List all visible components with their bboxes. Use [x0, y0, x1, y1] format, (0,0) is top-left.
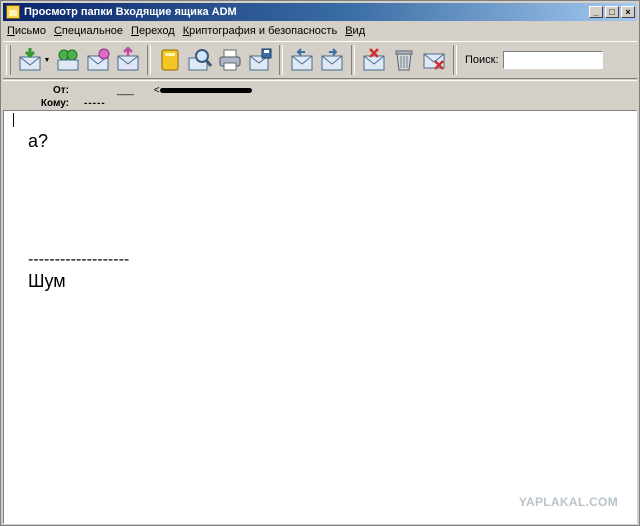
toolbar-separator: [147, 45, 151, 75]
toolbar-grip[interactable]: [6, 45, 11, 75]
folder-icon: [6, 5, 20, 19]
minimize-button[interactable]: _: [589, 6, 603, 18]
forward-button[interactable]: [113, 45, 143, 75]
junk-button[interactable]: [359, 45, 389, 75]
text-caret: [13, 113, 14, 127]
next-mail-icon: [321, 48, 343, 71]
print-button[interactable]: [215, 45, 245, 75]
redacted-block: [159, 87, 252, 93]
send-receive-icon: [87, 48, 110, 71]
reply-all-button[interactable]: [53, 45, 83, 75]
toolbar-separator: [279, 45, 283, 75]
maximize-button[interactable]: □: [605, 6, 619, 18]
search-label: Поиск:: [465, 54, 499, 66]
next-message-button[interactable]: [317, 45, 347, 75]
save-mail-icon: [249, 48, 272, 71]
from-value[interactable]: <: [154, 85, 252, 96]
delete-mail-icon: [423, 53, 445, 70]
trash-button[interactable]: [389, 45, 419, 75]
from-row: От: ___ <: [3, 83, 252, 97]
to-value[interactable]: -----: [84, 98, 106, 109]
menu-view[interactable]: Вид: [341, 22, 369, 40]
get-mail-button[interactable]: [15, 45, 45, 75]
title-bar[interactable]: Просмотр папки Входящие ящика ADM _ □ ×: [3, 3, 637, 21]
junk-mail-icon: [363, 48, 385, 71]
forward-icon: [117, 47, 139, 71]
close-button[interactable]: ×: [621, 6, 635, 18]
send-receive-button[interactable]: [83, 45, 113, 75]
signature-name: Шум: [28, 271, 66, 291]
menu-special[interactable]: Специальное: [50, 22, 127, 40]
toolbar-separator: [453, 45, 457, 75]
find-button[interactable]: [185, 45, 215, 75]
trash-icon: [395, 50, 413, 71]
address-book-icon: [161, 49, 179, 71]
from-prefix-mark: ___: [117, 84, 134, 96]
menu-letter[interactable]: Письмо: [3, 22, 50, 40]
reply-all-icon: [57, 49, 79, 71]
message-body[interactable]: а? ------------------- Шум YAPLAKAL.COM: [3, 110, 637, 524]
get-mail-icon: [19, 48, 41, 71]
to-row: Кому: -----: [3, 96, 106, 110]
toolbar-separator: [351, 45, 355, 75]
magnifier-icon: [188, 49, 213, 71]
previous-mail-icon: [291, 48, 313, 71]
toolbar: ▼ Поиск:: [3, 41, 637, 79]
watermark: YAPLAKAL.COM: [518, 495, 618, 509]
search-input[interactable]: [502, 51, 603, 69]
printer-icon: [219, 49, 241, 71]
menu-bar: Письмо Специальное Переход Криптография …: [3, 22, 637, 40]
delete-button[interactable]: [419, 45, 449, 75]
to-label: Кому:: [40, 97, 69, 109]
mail-window: Просмотр папки Входящие ящика ADM _ □ × …: [0, 0, 640, 526]
body-line-question: а?: [28, 131, 49, 151]
menu-go[interactable]: Переход: [127, 22, 179, 40]
from-label: От:: [52, 84, 69, 96]
signature-separator: -------------------: [28, 251, 130, 268]
previous-message-button[interactable]: [287, 45, 317, 75]
window-title: Просмотр папки Входящие ящика ADM: [24, 6, 237, 18]
save-button[interactable]: [245, 45, 275, 75]
menu-crypto-security[interactable]: Криптография и безопасность: [179, 22, 341, 40]
message-headers: От: ___ < Кому: -----: [3, 80, 637, 110]
address-book-button[interactable]: [155, 45, 185, 75]
